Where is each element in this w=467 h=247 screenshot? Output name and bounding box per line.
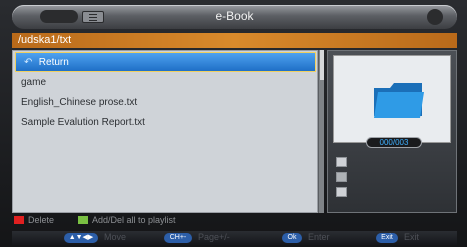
red-key-swatch — [14, 216, 24, 224]
action-hints: Delete Add/Del all to playlist — [12, 214, 457, 227]
ok-key-icon: Ok — [282, 233, 302, 243]
file-list: ↶ Return game English_Chinese prose.txt … — [12, 50, 318, 213]
ebook-screen: e-Book /udska1/txt ↶ Return game English… — [0, 0, 467, 247]
move-label: Move — [104, 232, 127, 242]
return-icon: ↶ — [24, 57, 33, 68]
arrow-keys-icon: ▲▼◀▶ — [64, 233, 98, 243]
file-name: Sample Evalution Report.txt — [21, 117, 145, 128]
window-title: e-Book — [215, 9, 254, 23]
channel-key-icon: CH+- — [164, 233, 192, 243]
list-scrollbar[interactable] — [318, 50, 324, 213]
preview-area — [333, 55, 451, 143]
file-counter: 000/003 — [366, 137, 422, 148]
preview-panel: 000/003 — [327, 50, 457, 213]
text-file-icon — [336, 187, 347, 197]
exit-label: Exit — [404, 232, 420, 242]
current-path: /udska1/txt — [18, 34, 72, 46]
green-key-swatch — [78, 216, 88, 224]
page-label: Page+/- — [198, 232, 230, 242]
document-icon — [336, 157, 347, 167]
title-bar: e-Book — [12, 5, 457, 29]
file-name: Return — [38, 57, 69, 68]
file-row-return[interactable]: ↶ Return — [15, 52, 316, 72]
delete-hint: Delete — [28, 215, 55, 225]
file-row-sample-report[interactable]: Sample Evalution Report.txt — [13, 113, 317, 133]
folder-icon — [374, 83, 424, 118]
file-row-game[interactable]: game — [13, 73, 317, 93]
scrollbar-thumb[interactable] — [320, 50, 324, 80]
file-name: English_Chinese prose.txt — [21, 97, 138, 108]
key-guide-bar: ▲▼◀▶ Move CH+- Page+/- Ok Enter Exit Exi… — [12, 231, 457, 245]
title-bar-decoration-round — [427, 9, 443, 25]
disc-icon — [336, 172, 347, 182]
exit-key-icon: Exit — [376, 233, 398, 243]
enter-label: Enter — [308, 232, 330, 242]
path-bar: /udska1/txt — [12, 33, 457, 48]
file-row-english-chinese[interactable]: English_Chinese prose.txt — [13, 93, 317, 113]
playlist-hint: Add/Del all to playlist — [92, 215, 176, 225]
file-name: game — [21, 77, 47, 88]
